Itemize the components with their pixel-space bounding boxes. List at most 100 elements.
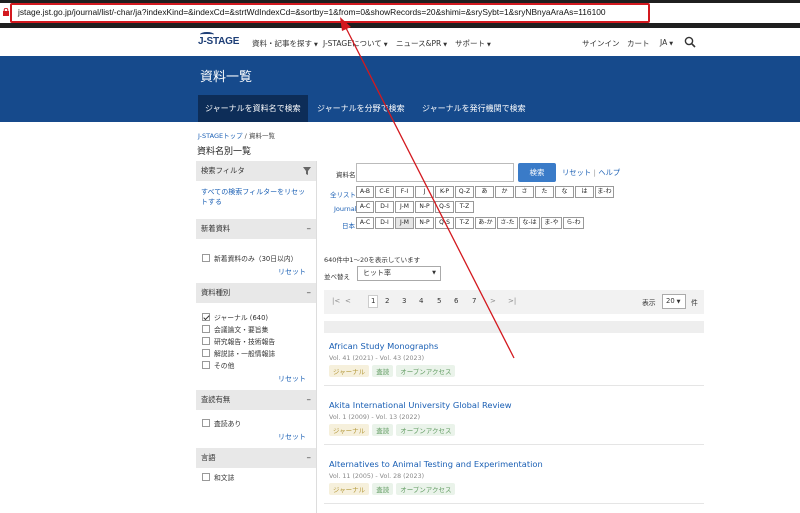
page-link-6[interactable]: 5 bbox=[437, 297, 441, 305]
tag-open-access: オープンアクセス bbox=[396, 424, 456, 436]
page-link-7[interactable]: 6 bbox=[454, 297, 458, 305]
article-title-link[interactable]: African Study Monographs bbox=[329, 341, 438, 351]
index-btn-all-3[interactable]: J bbox=[415, 186, 434, 198]
index-btn-all-9[interactable]: た bbox=[535, 186, 554, 198]
filter-peer-reviewed[interactable]: 査読あり bbox=[196, 418, 316, 430]
index-btn-journal-3[interactable]: N-P bbox=[415, 201, 434, 213]
section-language-header[interactable]: 言語 – bbox=[196, 448, 316, 468]
collapse-icon[interactable]: – bbox=[307, 219, 312, 239]
index-btn-all-5[interactable]: Q-Z bbox=[455, 186, 474, 198]
filter-type-other[interactable]: その他 bbox=[196, 360, 316, 372]
section-new-header[interactable]: 新着資料 – bbox=[196, 219, 316, 239]
checkbox[interactable] bbox=[202, 325, 210, 333]
nav-about[interactable]: J-STAGEについて ▼ bbox=[323, 38, 388, 49]
sort-select[interactable]: ヒット率 ▼ bbox=[357, 266, 441, 281]
index-btn-journal-1[interactable]: D-I bbox=[375, 201, 394, 213]
index-btn-all-2[interactable]: F-I bbox=[395, 186, 414, 198]
index-label-journal[interactable]: Journal bbox=[334, 205, 356, 213]
section-peer-review-header[interactable]: 査読有無 – bbox=[196, 390, 316, 410]
index-btn-journal-2[interactable]: J-M bbox=[395, 201, 414, 213]
index-btn-japan-2[interactable]: J-M bbox=[395, 217, 414, 229]
reset-peer-review[interactable]: リセット bbox=[196, 430, 316, 444]
page-link-8[interactable]: 7 bbox=[472, 297, 476, 305]
nav-news[interactable]: ニュース&PR ▼ bbox=[396, 38, 447, 49]
index-btn-journal-0[interactable]: A-C bbox=[356, 201, 374, 213]
page-link-3[interactable]: 2 bbox=[385, 297, 389, 305]
index-btn-all-8[interactable]: さ bbox=[515, 186, 534, 198]
filter-header: 検索フィルタ bbox=[196, 161, 316, 181]
signin-link[interactable]: サインイン bbox=[582, 38, 620, 49]
search-icon[interactable] bbox=[684, 36, 696, 48]
page-link-4[interactable]: 3 bbox=[402, 297, 406, 305]
filter-type-magazines[interactable]: 解説誌・一般情報誌 bbox=[196, 348, 316, 360]
index-btn-japan-10[interactable]: ら-わ bbox=[563, 217, 584, 229]
page-link-1[interactable]: < bbox=[345, 297, 351, 305]
page-link-9[interactable]: > bbox=[490, 297, 496, 305]
collapse-icon[interactable]: – bbox=[307, 448, 312, 468]
article-title-link[interactable]: Alternatives to Animal Testing and Exper… bbox=[329, 459, 543, 469]
tab-search-by-publisher[interactable]: ジャーナルを発行機関で検索 bbox=[415, 95, 533, 122]
index-label-all[interactable]: 全リスト bbox=[330, 189, 356, 199]
nav-search-articles[interactable]: 資料・記事を探す ▼ bbox=[252, 38, 318, 49]
index-btn-journal-5[interactable]: T-Z bbox=[455, 201, 474, 213]
nav-support[interactable]: サポート ▼ bbox=[455, 38, 491, 49]
filter-lang-japanese[interactable]: 和文誌 bbox=[196, 472, 316, 484]
filter-type-journal[interactable]: ジャーナル (640) bbox=[196, 312, 316, 324]
index-btn-all-11[interactable]: は bbox=[575, 186, 594, 198]
index-btn-japan-4[interactable]: Q-S bbox=[435, 217, 454, 229]
index-btn-all-7[interactable]: か bbox=[495, 186, 514, 198]
filter-type-proceedings[interactable]: 会議論文・要旨集 bbox=[196, 324, 316, 336]
article-title-link[interactable]: Akita International University Global Re… bbox=[329, 400, 512, 410]
jstage-logo[interactable]: J-STAGE bbox=[198, 36, 239, 47]
checkbox[interactable] bbox=[202, 337, 210, 345]
breadcrumb-current: 資料一覧 bbox=[248, 132, 275, 140]
tab-search-by-field[interactable]: ジャーナルを分野で検索 bbox=[310, 95, 412, 122]
cart-link[interactable]: カート bbox=[627, 38, 650, 49]
language-select[interactable]: JA ▼ bbox=[660, 38, 673, 47]
index-btn-japan-1[interactable]: D-I bbox=[375, 217, 394, 229]
filter-type-reports[interactable]: 研究報告・技術報告 bbox=[196, 336, 316, 348]
section-type-header[interactable]: 資料種別 – bbox=[196, 283, 316, 303]
checkbox[interactable] bbox=[202, 254, 210, 262]
index-btn-journal-4[interactable]: Q-S bbox=[435, 201, 454, 213]
browser-address-bar: jstage.jst.go.jp/journal/list/-char/ja?i… bbox=[0, 0, 800, 28]
tab-search-by-name[interactable]: ジャーナルを資料名で検索 bbox=[198, 95, 308, 122]
reset-link[interactable]: リセット bbox=[562, 168, 591, 177]
tag-open-access: オープンアクセス bbox=[396, 365, 456, 377]
reset-type[interactable]: リセット bbox=[196, 372, 316, 386]
checkbox-checked[interactable] bbox=[202, 313, 210, 321]
index-btn-all-12[interactable]: ま-わ bbox=[595, 186, 614, 198]
help-link[interactable]: ヘルプ bbox=[598, 168, 620, 177]
index-btn-all-10[interactable]: な bbox=[555, 186, 574, 198]
index-btn-japan-3[interactable]: N-P bbox=[415, 217, 434, 229]
index-btn-all-6[interactable]: あ bbox=[475, 186, 494, 198]
checkbox[interactable] bbox=[202, 361, 210, 369]
index-btn-japan-7[interactable]: さ-た bbox=[497, 217, 518, 229]
collapse-icon[interactable]: – bbox=[307, 283, 312, 303]
index-btn-japan-8[interactable]: な-は bbox=[519, 217, 540, 229]
collapse-icon[interactable]: – bbox=[307, 390, 312, 410]
index-btn-all-1[interactable]: C-E bbox=[375, 186, 394, 198]
checkbox[interactable] bbox=[202, 349, 210, 357]
index-btn-japan-0[interactable]: A-C bbox=[356, 217, 374, 229]
page-link-10[interactable]: >| bbox=[508, 297, 516, 305]
checkbox[interactable] bbox=[202, 473, 210, 481]
index-label-japan[interactable]: 日本 bbox=[342, 220, 355, 230]
page-link-0[interactable]: |< bbox=[332, 297, 340, 305]
reset-new[interactable]: リセット bbox=[196, 265, 316, 279]
reset-all-filters[interactable]: すべての検索フィルターをリセットする bbox=[196, 181, 316, 211]
per-page-select[interactable]: 20 ▼ bbox=[662, 294, 686, 309]
page-link-5[interactable]: 4 bbox=[419, 297, 423, 305]
index-btn-all-0[interactable]: A-B bbox=[356, 186, 374, 198]
breadcrumb-home[interactable]: J-STAGEトップ bbox=[198, 132, 243, 140]
journal-name-input[interactable] bbox=[356, 163, 514, 182]
index-btn-japan-6[interactable]: あ-か bbox=[475, 217, 496, 229]
filter-new-only[interactable]: 新着資料のみ（30日以内） bbox=[196, 253, 316, 265]
page-banner: 資料一覧 ジャーナルを資料名で検索 ジャーナルを分野で検索 ジャーナルを発行機関… bbox=[0, 56, 800, 122]
index-btn-japan-5[interactable]: T-Z bbox=[455, 217, 474, 229]
index-btn-japan-9[interactable]: ま-や bbox=[541, 217, 562, 229]
checkbox[interactable] bbox=[202, 419, 210, 427]
page-link-2[interactable]: 1 bbox=[368, 295, 379, 308]
index-btn-all-4[interactable]: K-P bbox=[435, 186, 454, 198]
search-button[interactable]: 検索 bbox=[518, 163, 556, 182]
